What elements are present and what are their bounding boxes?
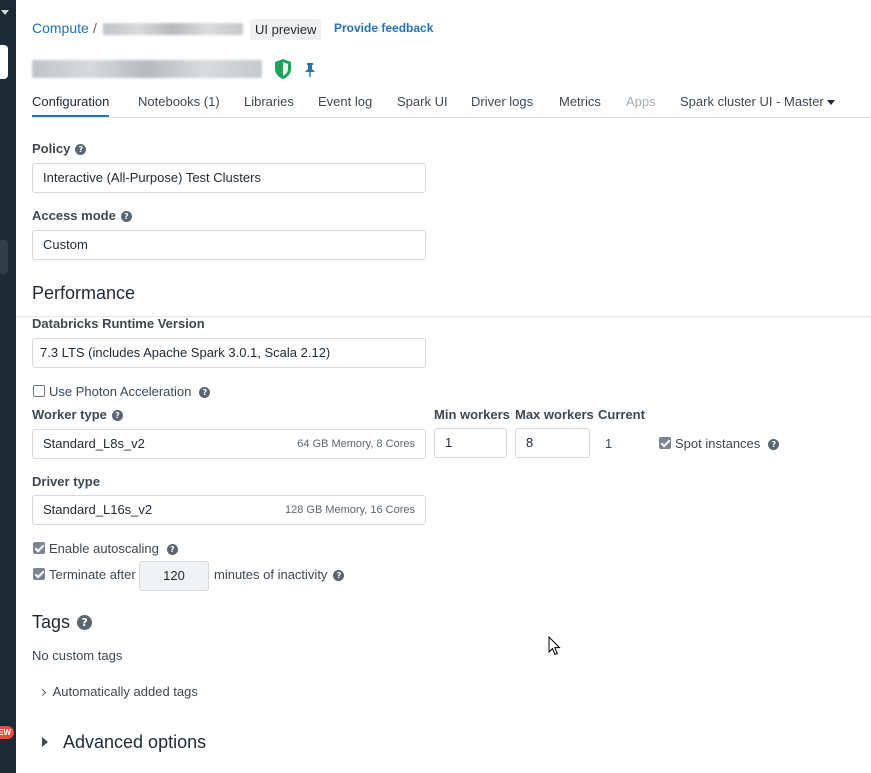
tab-configuration[interactable]: Configuration: [32, 94, 110, 117]
tab-notebooks[interactable]: Notebooks (1): [138, 94, 220, 109]
worker-type-label: Worker type: [32, 407, 107, 422]
sidebar-rail: EW: [0, 0, 16, 773]
provide-feedback-link[interactable]: Provide feedback: [334, 21, 433, 35]
max-workers-label: Max workers: [515, 407, 594, 422]
help-icon[interactable]: ?: [199, 387, 211, 398]
sidebar-item-active[interactable]: [0, 45, 8, 79]
tab-libraries[interactable]: Libraries: [244, 94, 294, 109]
tab-bar: Configuration Notebooks (1) Libraries Ev…: [32, 94, 871, 118]
min-workers-value: 1: [445, 435, 453, 450]
driver-type-specs: 128 GB Memory, 16 Cores: [284, 504, 415, 516]
worker-type-label-row: Worker type?: [32, 407, 123, 422]
min-workers-label: Min workers: [434, 407, 510, 422]
terminate-suffix-row: minutes of inactivity?: [214, 567, 345, 582]
help-icon[interactable]: ?: [75, 144, 87, 155]
access-mode-value: Custom: [43, 237, 88, 252]
new-badge: EW: [0, 726, 14, 739]
tab-driver-logs[interactable]: Driver logs: [471, 94, 533, 109]
help-icon[interactable]: ?: [333, 570, 345, 581]
help-icon[interactable]: ?: [768, 439, 780, 450]
auto-tags-toggle[interactable]: Automatically added tags: [38, 684, 198, 699]
policy-select[interactable]: Interactive (All-Purpose) Test Clusters: [32, 163, 426, 193]
breadcrumb-compute-link[interactable]: Compute: [32, 20, 89, 36]
mouse-cursor-icon: [548, 635, 561, 661]
chevron-down-icon: [826, 100, 835, 106]
max-workers-input[interactable]: 8: [515, 428, 590, 458]
collapse-caret-icon[interactable]: [1, 10, 9, 15]
terminate-checkbox[interactable]: [33, 568, 45, 580]
terminate-minutes-value: 120: [163, 568, 185, 583]
ui-preview-badge: UI preview: [250, 19, 322, 40]
min-workers-input[interactable]: 1: [434, 428, 507, 458]
sidebar-item-compute[interactable]: [0, 240, 8, 274]
tab-spark-cluster-ui-label: Spark cluster UI - Master: [680, 94, 824, 109]
auto-tags-label: Automatically added tags: [52, 684, 198, 699]
runtime-version-value: 7.3 LTS (includes Apache Spark 3.0.1, Sc…: [40, 345, 331, 360]
autoscaling-label[interactable]: Enable autoscaling: [49, 541, 159, 556]
tags-heading: Tags: [32, 612, 71, 632]
photon-label[interactable]: Use Photon Acceleration: [49, 384, 191, 399]
spot-instances-label[interactable]: Spot instances: [675, 436, 760, 451]
current-workers-value: 1: [605, 436, 613, 451]
tab-event-log[interactable]: Event log: [318, 94, 372, 109]
runtime-version-select[interactable]: 7.3 LTS (includes Apache Spark 3.0.1, Sc…: [32, 338, 426, 368]
photon-checkbox[interactable]: [33, 385, 45, 397]
tab-metrics[interactable]: Metrics: [559, 94, 601, 109]
tags-heading-row: Tags?: [32, 612, 93, 633]
tab-apps: Apps: [626, 94, 656, 109]
terminate-suffix-label: minutes of inactivity: [214, 567, 328, 582]
spot-instances-checkbox[interactable]: [659, 437, 671, 449]
breadcrumb-separator: /: [93, 20, 97, 36]
advanced-options-toggle[interactable]: Advanced options: [63, 732, 206, 753]
no-custom-tags-text: No custom tags: [32, 648, 123, 663]
policy-label-row: Policy?: [32, 141, 87, 156]
help-icon[interactable]: ?: [166, 544, 178, 555]
driver-type-select[interactable]: Standard_L16s_v2 128 GB Memory, 16 Cores: [32, 495, 426, 525]
autoscaling-checkbox[interactable]: [33, 542, 45, 554]
access-mode-label: Access mode: [32, 208, 116, 223]
shield-icon: [274, 58, 292, 85]
terminate-minutes-input[interactable]: 120: [139, 561, 209, 591]
help-icon[interactable]: ?: [111, 410, 123, 421]
access-mode-label-row: Access mode?: [32, 208, 132, 223]
spot-instances-label-row: Spot instances?: [675, 436, 780, 451]
performance-heading: Performance: [32, 283, 136, 303]
page-title-redacted: [32, 60, 262, 78]
driver-type-label: Driver type: [32, 474, 100, 489]
current-workers-label: Current: [598, 407, 645, 422]
photon-label-row: Use Photon Acceleration?: [49, 384, 211, 399]
worker-type-value: Standard_L8s_v2: [43, 436, 145, 451]
caret-right-icon[interactable]: [42, 737, 48, 747]
tab-spark-ui[interactable]: Spark UI: [397, 94, 448, 109]
worker-type-select[interactable]: Standard_L8s_v2 64 GB Memory, 8 Cores: [32, 429, 426, 459]
worker-type-specs: 64 GB Memory, 8 Cores: [297, 438, 415, 450]
policy-value: Interactive (All-Purpose) Test Clusters: [43, 170, 261, 185]
breadcrumb-cluster-name-redacted[interactable]: [103, 23, 243, 35]
help-icon[interactable]: ?: [77, 615, 93, 630]
driver-type-value: Standard_L16s_v2: [43, 502, 153, 517]
help-icon[interactable]: ?: [120, 211, 132, 222]
autoscaling-label-row: Enable autoscaling?: [49, 541, 178, 556]
runtime-label: Databricks Runtime Version: [32, 316, 205, 331]
max-workers-value: 8: [526, 435, 534, 450]
access-mode-select[interactable]: Custom: [32, 230, 426, 260]
terminate-label[interactable]: Terminate after: [49, 567, 136, 582]
tab-spark-cluster-ui-dropdown[interactable]: Spark cluster UI - Master: [680, 94, 835, 109]
chevron-right-icon: [38, 689, 47, 697]
policy-label: Policy: [32, 141, 71, 156]
pin-icon[interactable]: [303, 62, 317, 83]
